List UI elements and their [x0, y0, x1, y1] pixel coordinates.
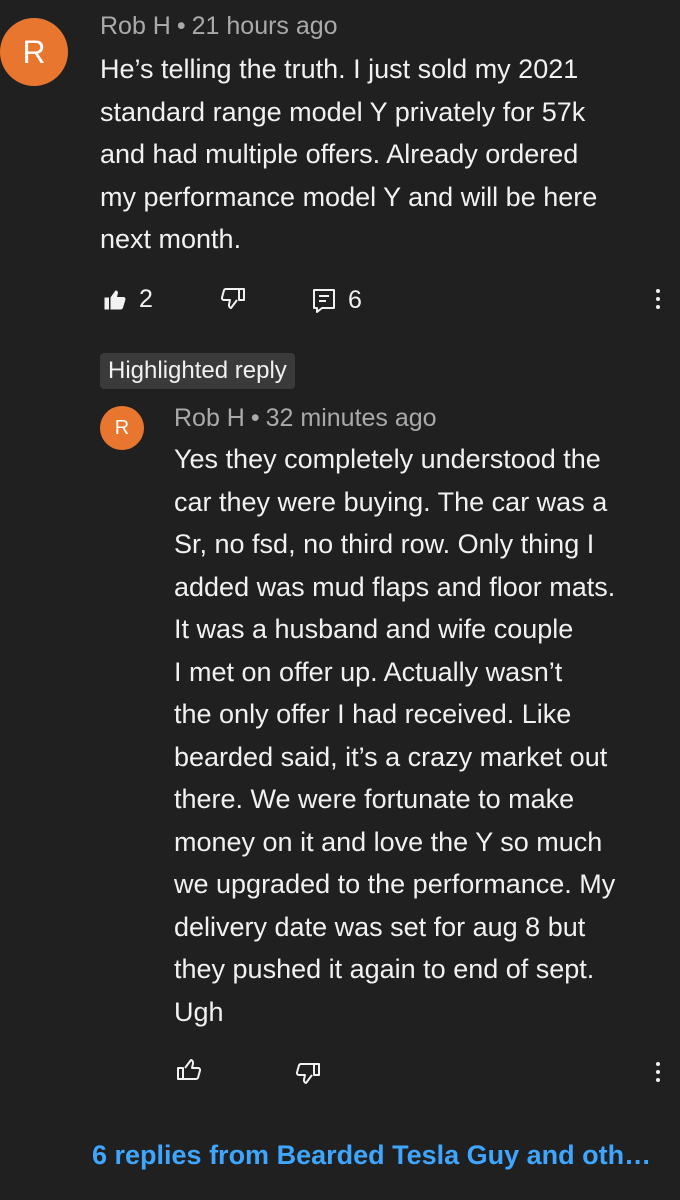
meta-separator: • [176, 12, 186, 40]
thumbs-down-icon [295, 1062, 321, 1086]
reply-text: Yes they completely understood the car t… [174, 438, 615, 1033]
dislike-button[interactable] [220, 287, 246, 311]
more-vertical-icon [656, 289, 660, 293]
comment-line: He’s telling the truth. I just sold my 2… [100, 54, 579, 84]
like-button[interactable]: 2 [103, 285, 153, 314]
reply-meta: Rob H • 32 minutes ago [174, 404, 437, 433]
comment-meta: Rob H • 21 hours ago [100, 12, 338, 41]
reply-line: Yes they completely understood the [174, 444, 601, 474]
thumbs-up-outline-icon [176, 1058, 202, 1082]
more-vertical-icon [656, 1062, 660, 1066]
reply-line: added was mud flaps and floor mats. [174, 571, 616, 602]
avatar-letter: R [114, 416, 130, 439]
comment-line: standard range model Y privately for 57k [100, 96, 586, 127]
comment-author[interactable]: Rob H [100, 12, 171, 40]
reply-time: 32 minutes ago [265, 404, 437, 432]
reply-line: It was a husband and wife couple [174, 614, 574, 644]
reply-dislike-button[interactable] [295, 1062, 321, 1086]
reply-button[interactable]: 6 [312, 286, 362, 315]
comment-line: and had multiple offers. Already ordered [100, 139, 579, 169]
comment-line: next month. [100, 224, 242, 254]
menu-dot [656, 305, 660, 309]
reply-line: they pushed it again to end of sept. [174, 954, 595, 984]
meta-separator: • [250, 404, 260, 432]
comment-time: 21 hours ago [191, 12, 338, 40]
comment-text: He’s telling the truth. I just sold my 2… [100, 48, 597, 261]
reply-line: there. We were fortunate to make [174, 784, 575, 814]
reply-line: we upgraded to the performance. My [174, 869, 616, 899]
reply-line: car they were buying. The car was a [174, 486, 608, 517]
view-replies-link[interactable]: 6 replies from Bearded Tesla Guy and oth… [92, 1140, 651, 1171]
reply-comment-icon [312, 288, 336, 314]
thumbs-up-filled-icon [103, 288, 127, 312]
reply-line: Sr, no fsd, no third row. Only thing I [174, 529, 595, 559]
menu-dot [656, 297, 660, 301]
thumbs-down-icon [220, 287, 246, 311]
like-count: 2 [139, 285, 153, 313]
reply-line: the only offer I had received. Like [174, 699, 572, 729]
menu-dot [656, 1070, 660, 1074]
reply-line: I met on offer up. Actually wasn’t [174, 656, 563, 687]
reply-line: Ugh [174, 996, 224, 1027]
highlighted-reply-label: Highlighted reply [100, 353, 295, 389]
reply-menu-button[interactable] [654, 1062, 662, 1086]
reply-avatar[interactable]: R [100, 406, 144, 450]
comment-menu-button[interactable] [654, 289, 662, 313]
menu-dot [656, 1078, 660, 1082]
reply-count: 6 [348, 286, 362, 314]
avatar[interactable]: R [0, 18, 68, 86]
reply-line: money on it and love the Y so much [174, 826, 603, 857]
reply-author[interactable]: Rob H [174, 404, 245, 432]
reply-line: bearded said, it’s a crazy market out [174, 741, 608, 772]
avatar-letter: R [22, 33, 46, 70]
comment-line: my performance model Y and will be here [100, 181, 598, 212]
reply-like-button[interactable] [176, 1058, 202, 1082]
reply-line: delivery date was set for aug 8 but [174, 911, 586, 942]
